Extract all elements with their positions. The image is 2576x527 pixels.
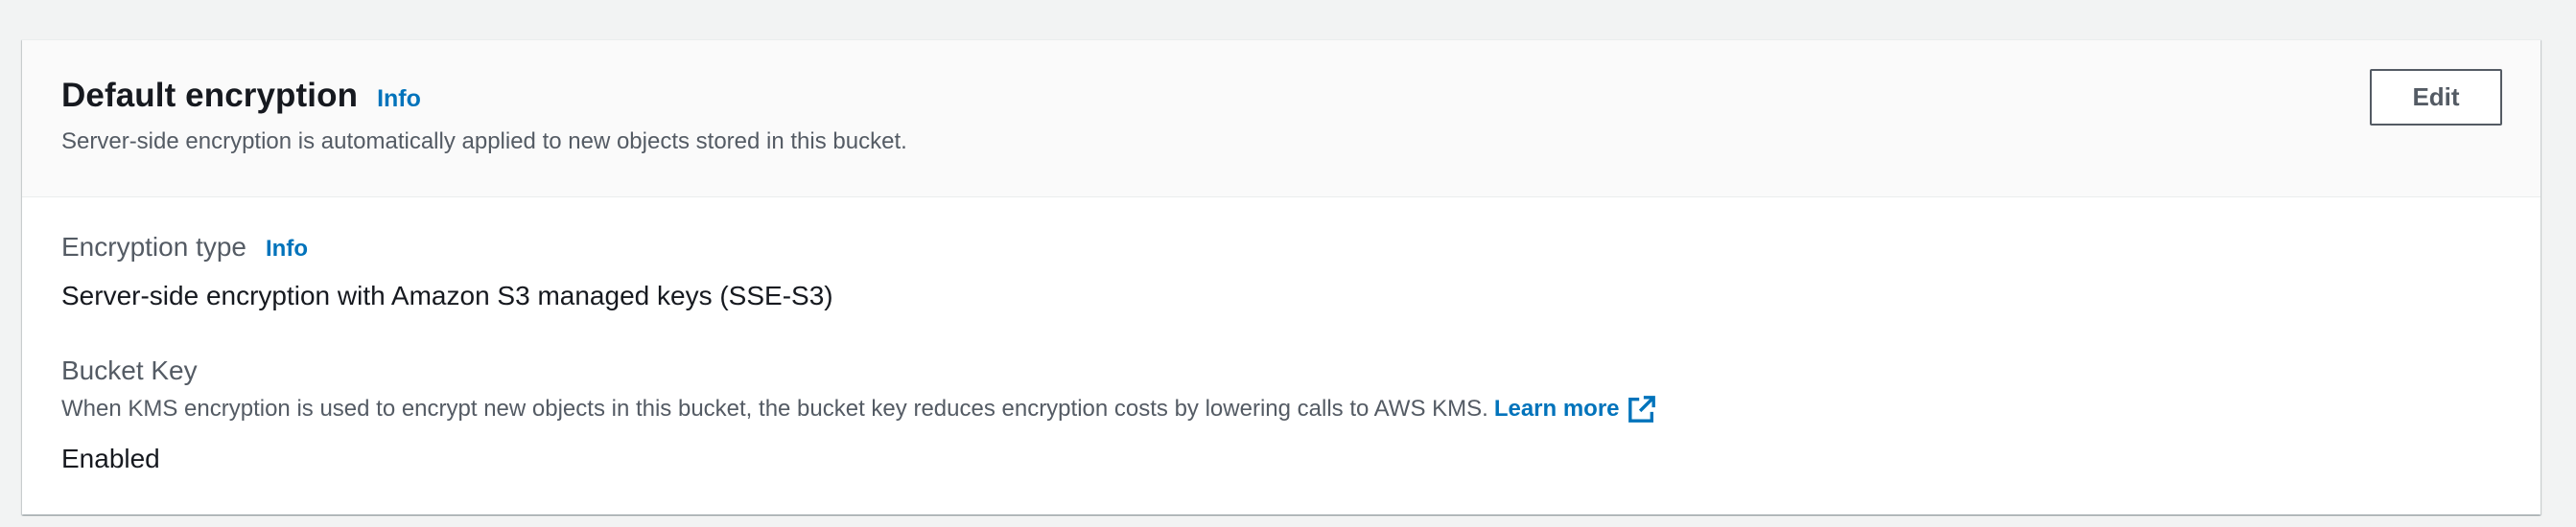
bucket-key-label-row: Bucket Key bbox=[61, 355, 198, 386]
encryption-type-info-link[interactable]: Info bbox=[266, 236, 308, 263]
encryption-type-label-row: Encryption type Info bbox=[61, 232, 308, 263]
bucket-key-description-row: When KMS encryption is used to encrypt n… bbox=[61, 395, 1656, 424]
panel-header: Default encryption Info Server-side encr… bbox=[22, 40, 2541, 197]
bucket-key-value: Enabled bbox=[61, 444, 160, 473]
panel-description: Server-side encryption is automatically … bbox=[61, 128, 907, 154]
learn-more-link[interactable]: Learn more bbox=[1494, 395, 1656, 424]
encryption-type-label: Encryption type bbox=[61, 232, 246, 262]
title-info-link[interactable]: Info bbox=[377, 85, 421, 113]
learn-more-label: Learn more bbox=[1493, 396, 1620, 422]
encryption-type-value: Server-side encryption with Amazon S3 ma… bbox=[61, 281, 833, 310]
external-link-icon bbox=[1628, 396, 1655, 423]
edit-button[interactable]: Edit bbox=[2370, 69, 2502, 126]
panel-title-row: Default encryption Info bbox=[61, 77, 421, 115]
bucket-key-label: Bucket Key bbox=[61, 355, 198, 385]
bucket-key-description: When KMS encryption is used to encrypt n… bbox=[61, 396, 1488, 422]
panel-title: Default encryption bbox=[61, 77, 359, 114]
default-encryption-panel: Default encryption Info Server-side encr… bbox=[22, 39, 2541, 515]
